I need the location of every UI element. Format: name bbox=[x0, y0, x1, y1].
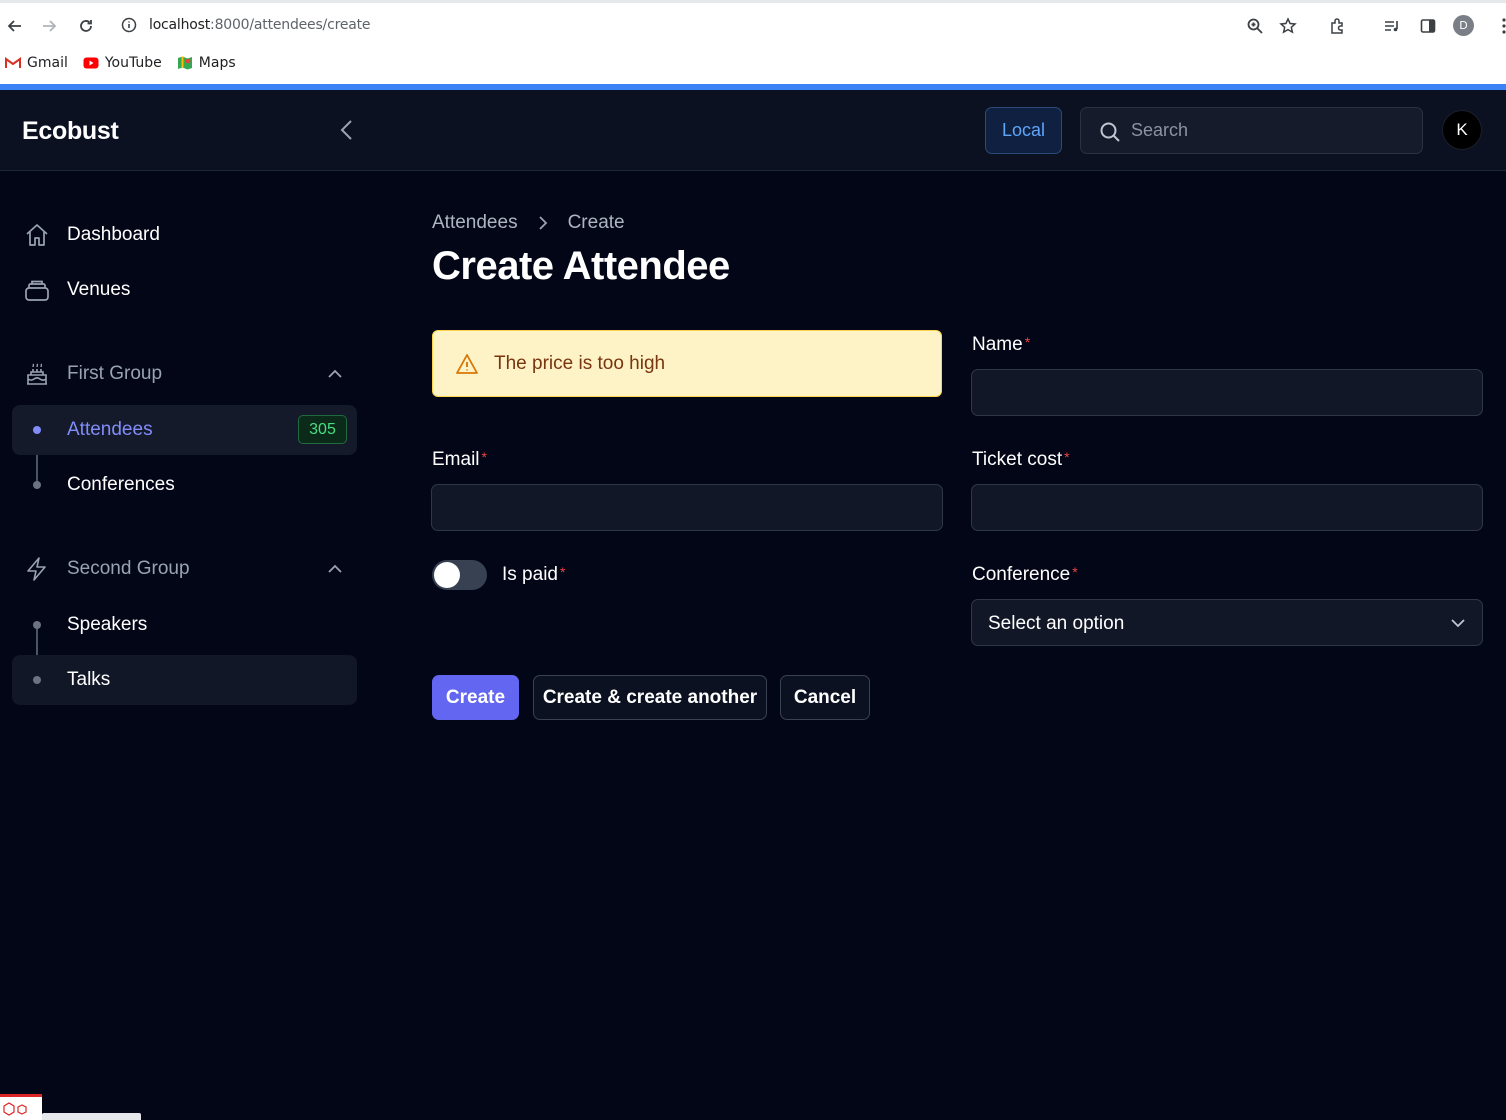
forward-icon[interactable] bbox=[37, 14, 61, 38]
sidebar-item-talks[interactable]: Talks bbox=[12, 655, 357, 705]
required-marker: * bbox=[559, 564, 566, 580]
site-info-icon[interactable] bbox=[120, 16, 138, 34]
bookmark-youtube[interactable]: YouTube bbox=[82, 55, 162, 71]
bookmarks-bar: Gmail YouTube Maps bbox=[0, 50, 246, 76]
home-icon bbox=[24, 222, 50, 248]
email-field[interactable] bbox=[431, 484, 943, 531]
count-badge: 305 bbox=[298, 415, 347, 444]
debugbar-toggle[interactable] bbox=[0, 1094, 42, 1120]
conference-label: Conference * bbox=[972, 564, 1078, 586]
sidebar-group-label: First Group bbox=[67, 363, 163, 384]
zoom-icon[interactable] bbox=[1243, 14, 1267, 38]
label-text: Name bbox=[972, 334, 1023, 355]
bookmark-label: Gmail bbox=[27, 55, 68, 71]
is-paid-toggle[interactable] bbox=[432, 560, 487, 590]
sidebar-item-speakers[interactable]: Speakers bbox=[12, 600, 357, 650]
media-controls-icon[interactable] bbox=[1380, 14, 1404, 38]
sidebar-group-label: Second Group bbox=[67, 558, 190, 579]
tab-strip bbox=[0, 0, 1506, 3]
tree-dot bbox=[33, 481, 41, 489]
name-field[interactable] bbox=[971, 369, 1483, 416]
alert-message: The price is too high bbox=[494, 353, 666, 374]
gmail-icon bbox=[4, 56, 22, 70]
stack-icon bbox=[24, 277, 50, 303]
sidebar-item-label: Talks bbox=[67, 669, 111, 690]
url-path: :8000/attendees/create bbox=[210, 17, 371, 33]
sidebar: Dashboard Venues First Group Attendees 3… bbox=[0, 171, 372, 1120]
back-icon[interactable] bbox=[3, 14, 27, 38]
breadcrumb: Attendees Create bbox=[432, 212, 625, 234]
is-paid-label: Is paid * bbox=[502, 564, 565, 586]
browser-chrome: localhost:8000/attendees/create D Gmail … bbox=[0, 0, 1506, 84]
cancel-button[interactable]: Cancel bbox=[780, 675, 870, 720]
user-avatar[interactable]: K bbox=[1442, 110, 1482, 150]
app-header: Ecobust Local K bbox=[0, 90, 1506, 171]
required-marker: * bbox=[481, 449, 487, 465]
sidebar-item-venues[interactable]: Venues bbox=[12, 265, 357, 315]
bookmark-star-icon[interactable] bbox=[1276, 14, 1300, 38]
warning-alert: The price is too high bbox=[432, 330, 942, 397]
required-marker: * bbox=[1072, 564, 1078, 580]
sidebar-item-label: Dashboard bbox=[67, 224, 160, 245]
bookmark-label: Maps bbox=[198, 55, 236, 71]
label-text: Ticket cost bbox=[972, 449, 1063, 470]
status-strip bbox=[42, 1113, 141, 1120]
tree-dot bbox=[33, 676, 41, 684]
ticket-cost-label: Ticket cost * bbox=[972, 449, 1070, 471]
search-icon bbox=[1099, 121, 1121, 143]
chevron-up-icon[interactable] bbox=[325, 364, 345, 384]
label-text: Conference bbox=[972, 564, 1071, 585]
name-label: Name * bbox=[972, 334, 1030, 356]
sidebar-group-second[interactable]: Second Group bbox=[12, 544, 357, 594]
required-marker: * bbox=[1024, 334, 1031, 350]
youtube-icon bbox=[82, 56, 100, 70]
collapse-sidebar-icon[interactable] bbox=[335, 117, 359, 143]
sidebar-item-dashboard[interactable]: Dashboard bbox=[12, 210, 357, 260]
url-host: localhost bbox=[149, 17, 211, 33]
warning-icon bbox=[455, 352, 479, 376]
chevron-down-icon bbox=[1448, 613, 1468, 633]
extensions-icon[interactable] bbox=[1326, 14, 1350, 38]
profile-avatar[interactable]: D bbox=[1453, 15, 1474, 36]
toggle-knob bbox=[434, 562, 460, 588]
sidebar-item-label: Attendees bbox=[67, 419, 153, 440]
page-title: Create Attendee bbox=[432, 244, 730, 288]
brand-name[interactable]: Ecobust bbox=[22, 117, 119, 146]
select-placeholder: Select an option bbox=[988, 613, 1125, 634]
cake-icon bbox=[24, 361, 50, 387]
chevron-up-icon[interactable] bbox=[325, 559, 345, 579]
bookmark-label: YouTube bbox=[104, 55, 162, 71]
search-box[interactable] bbox=[1080, 107, 1423, 154]
search-input[interactable] bbox=[1131, 108, 1411, 153]
ticket-cost-field[interactable] bbox=[971, 484, 1483, 531]
maps-icon bbox=[176, 56, 194, 70]
debugbar-icon bbox=[3, 1102, 27, 1116]
email-label: Email * bbox=[432, 449, 487, 471]
bookmark-maps[interactable]: Maps bbox=[176, 55, 236, 71]
create-button[interactable]: Create bbox=[432, 675, 519, 720]
reload-icon[interactable] bbox=[74, 14, 98, 38]
create-another-button[interactable]: Create & create another bbox=[533, 675, 767, 720]
address-bar[interactable]: localhost:8000/attendees/create bbox=[149, 17, 371, 33]
bookmark-gmail[interactable]: Gmail bbox=[4, 55, 68, 71]
breadcrumb-link-attendees[interactable]: Attendees bbox=[432, 212, 518, 234]
sidebar-group-first[interactable]: First Group bbox=[12, 349, 357, 399]
sidebar-item-label: Conferences bbox=[67, 474, 175, 495]
tree-dot bbox=[33, 621, 41, 629]
required-marker: * bbox=[1064, 449, 1070, 465]
sidebar-item-label: Venues bbox=[67, 279, 131, 300]
side-panel-icon[interactable] bbox=[1416, 14, 1440, 38]
environment-badge: Local bbox=[985, 107, 1062, 154]
breadcrumb-current: Create bbox=[567, 212, 625, 233]
sidebar-item-attendees[interactable]: Attendees 305 bbox=[12, 405, 357, 455]
sidebar-item-conferences[interactable]: Conferences bbox=[12, 460, 357, 510]
bolt-icon bbox=[24, 556, 50, 582]
tree-dot bbox=[33, 426, 41, 434]
sidebar-item-label: Speakers bbox=[67, 614, 148, 635]
label-text: Is paid bbox=[502, 564, 558, 585]
chevron-right-icon bbox=[532, 212, 554, 234]
conference-select[interactable]: Select an option bbox=[971, 599, 1483, 646]
more-menu-icon[interactable] bbox=[1492, 14, 1506, 38]
label-text: Email bbox=[432, 449, 480, 470]
